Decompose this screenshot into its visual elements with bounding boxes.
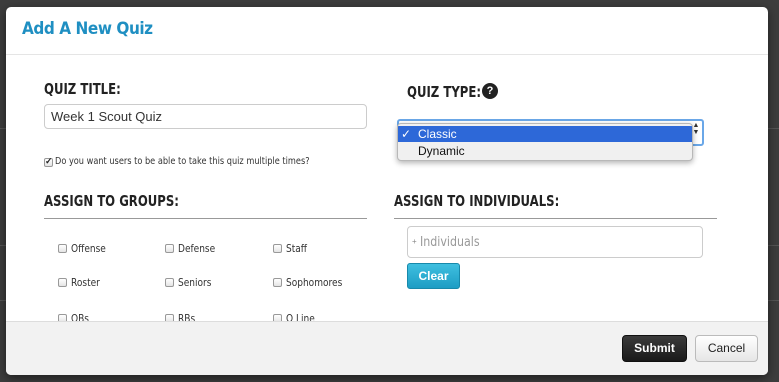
quiz-type-option-dynamic[interactable]: Dynamic (398, 143, 692, 159)
submit-button[interactable]: Submit (622, 335, 687, 362)
quiz-type-option-classic[interactable]: ✓ Classic (398, 126, 692, 142)
individuals-input[interactable]: + Individuals (407, 226, 703, 258)
group-checkbox[interactable] (58, 278, 67, 287)
modal-footer: Submit Cancel (6, 321, 768, 375)
group-label: Roster (71, 276, 100, 289)
group-checkbox[interactable] (273, 278, 282, 287)
group-label: Seniors (178, 276, 212, 289)
group-label: Offense (71, 242, 106, 255)
quiz-title-label: QUIZ TITLE: (44, 80, 121, 98)
group-label: Defense (178, 242, 216, 255)
option-label: Classic (418, 127, 457, 141)
assign-groups-label: ASSIGN TO GROUPS: (44, 192, 179, 210)
question-circle-icon[interactable]: ? (482, 83, 498, 99)
quiz-title-input[interactable] (44, 104, 367, 129)
groups-divider (44, 218, 367, 219)
individuals-divider (394, 218, 717, 219)
group-label: Staff (286, 242, 308, 255)
group-checkbox[interactable] (165, 244, 174, 253)
quiz-type-label: QUIZ TYPE: (407, 83, 482, 101)
multiple-attempts-checkbox[interactable] (44, 156, 53, 167)
cancel-button[interactable]: Cancel (695, 335, 758, 362)
select-arrows-icon: ▲ ▼ (692, 122, 700, 136)
group-checkbox[interactable] (58, 244, 67, 253)
multiple-attempts-label: Do you want users to be able to take thi… (55, 156, 310, 167)
modal-title: Add A New Quiz (22, 19, 153, 39)
option-label: Dynamic (418, 144, 465, 158)
group-label: Sophomores (286, 276, 343, 289)
assign-individuals-label: ASSIGN TO INDIVIDUALS: (394, 192, 560, 210)
modal-body: QUIZ TITLE: Do you want users to be able… (6, 55, 768, 325)
plus-icon: + (412, 237, 417, 246)
add-quiz-modal: Add A New Quiz QUIZ TITLE: Do you want u… (6, 7, 768, 375)
group-checkbox[interactable] (165, 278, 174, 287)
clear-button[interactable]: Clear (407, 263, 460, 289)
checkmark-icon: ✓ (401, 127, 412, 141)
group-checkbox[interactable] (273, 244, 282, 253)
quiz-type-dropdown: ✓ Classic Dynamic (397, 123, 693, 161)
individuals-placeholder: Individuals (420, 235, 480, 250)
modal-header: Add A New Quiz (6, 7, 768, 55)
